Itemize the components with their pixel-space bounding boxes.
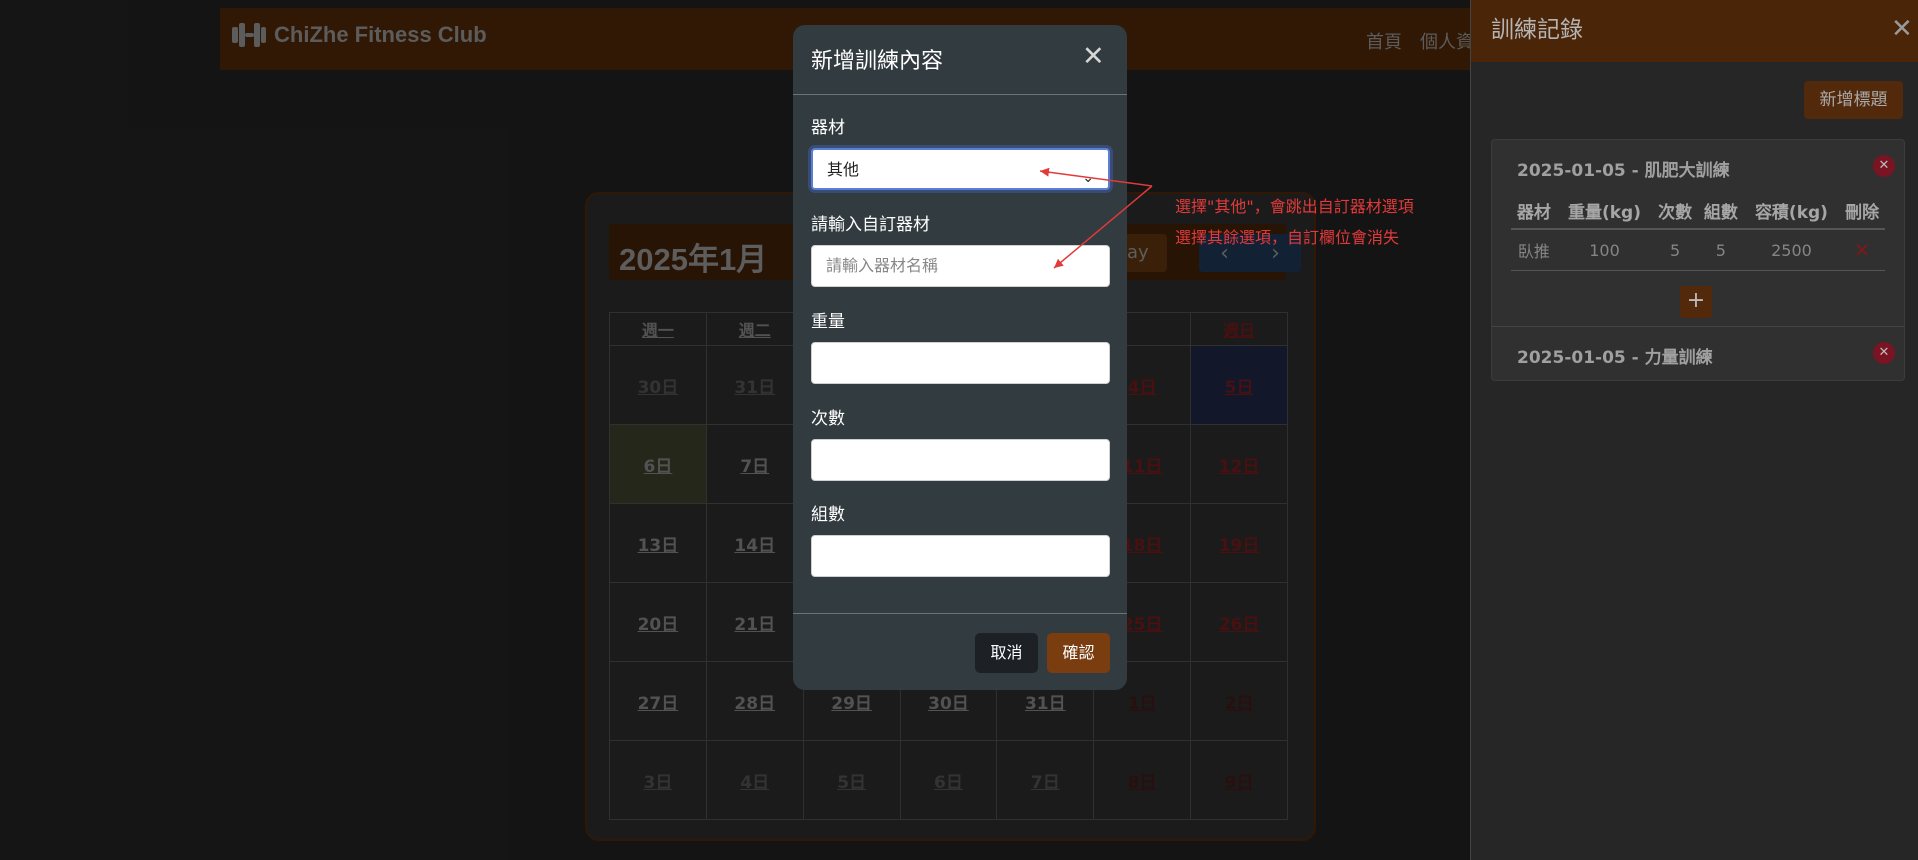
annotation-line-1: 選擇"其他"，會跳出自訂器材選項	[1175, 197, 1414, 216]
arrow-to-select	[1039, 167, 1153, 187]
arrow-to-custom-input	[1053, 185, 1153, 269]
annotation-arrows	[1039, 167, 1153, 269]
annotation-line-2: 選擇其餘選項，自訂欄位會消失	[1175, 228, 1400, 247]
